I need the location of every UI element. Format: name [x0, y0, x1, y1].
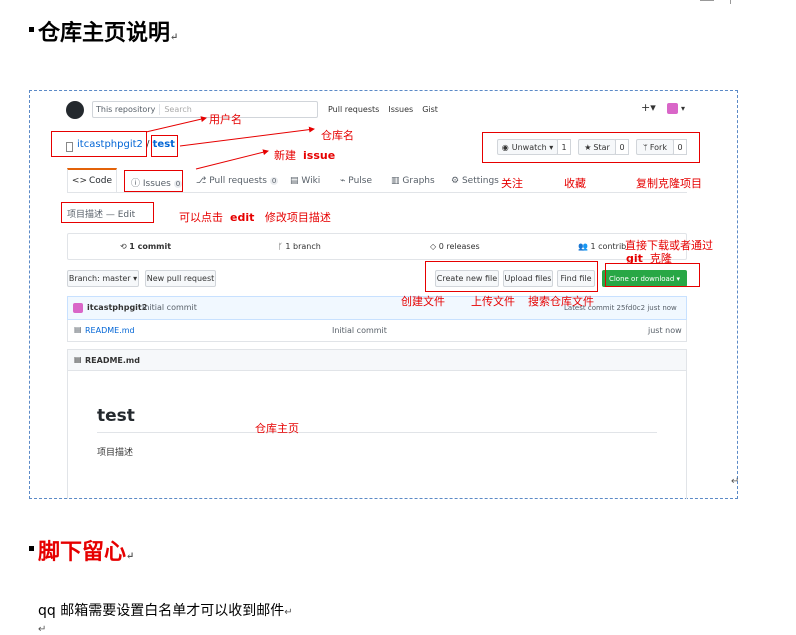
annotation-star: 收藏: [564, 177, 586, 190]
file-row: ▤ README.md Initial commit just now: [67, 320, 687, 342]
annotation-username: 用户名: [209, 113, 242, 126]
annotation-create: 创建文件: [401, 295, 445, 308]
summary-bar: ⟲ 1 commit ᚴ 1 branch ◇ 0 releases 👥 1 c…: [67, 233, 687, 260]
file-icon: ▤: [74, 325, 82, 334]
summary-branches[interactable]: ᚴ 1 branch: [278, 242, 321, 251]
annotation-search: 搜索仓库文件: [528, 295, 594, 308]
annotation-new-issue: 新建 issue: [274, 149, 336, 162]
pulls-count: 0: [269, 177, 279, 185]
gear-icon: ⚙: [451, 176, 460, 186]
graph-icon: ▥: [391, 176, 400, 186]
annotation-upload: 上传文件: [471, 295, 515, 308]
tab-divider: [67, 192, 687, 193]
body-text: qq 邮箱需要设置白名单才可以收到邮件↵: [38, 603, 293, 619]
search-scope: This repository: [96, 105, 156, 114]
annotation-home: 仓库主页: [255, 422, 299, 435]
commit-author[interactable]: itcastphpgit2: [87, 303, 147, 312]
readme-title-rule: [97, 432, 657, 433]
page-corner-mark: [730, 0, 731, 4]
people-icon: 👥: [578, 242, 588, 251]
summary-contributors[interactable]: 👥 1 contrib: [578, 242, 626, 251]
author-avatar: [73, 303, 83, 313]
nav-issues[interactable]: Issues: [388, 105, 413, 114]
section-heading: 仓库主页说明↵: [38, 20, 179, 46]
tab-wiki[interactable]: ▤ Wiki: [290, 176, 320, 186]
plus-menu[interactable]: +▾: [641, 101, 656, 114]
commit-tease: itcastphpgit2 Initial commit Latest comm…: [67, 296, 687, 320]
nav-pull-requests[interactable]: Pull requests: [328, 105, 379, 114]
file-commit-message[interactable]: Initial commit: [332, 326, 387, 335]
summary-releases[interactable]: ◇ 0 releases: [430, 242, 480, 251]
highlight-social: [482, 132, 700, 163]
tab-graphs[interactable]: ▥ Graphs: [391, 176, 435, 186]
repo-screenshot: This repository Search Pull requests Iss…: [29, 90, 738, 499]
branch-selector[interactable]: Branch: master ▾: [67, 270, 139, 287]
paragraph-mark: ↵: [170, 32, 179, 43]
tab-pulse[interactable]: ⌁ Pulse: [340, 176, 372, 186]
annotation-edit: 可以点击 edit 修改项目描述: [179, 211, 331, 224]
annotation-clone-line2: git 克隆: [626, 252, 672, 265]
paragraph-mark: ↵: [38, 624, 47, 635]
warning-heading: 脚下留心↵: [38, 539, 135, 565]
commit-icon: ⟲: [120, 242, 127, 251]
readme-filename: README.md: [85, 356, 140, 365]
heading-bullet: [29, 546, 34, 551]
file-age: just now: [648, 326, 682, 335]
github-logo-icon: [66, 101, 84, 119]
highlight-owner: [51, 131, 147, 157]
paragraph-mark: ↵: [284, 607, 293, 618]
readme-description: 项目描述: [97, 448, 134, 458]
top-nav: Pull requests Issues Gist: [328, 105, 438, 114]
search-box[interactable]: This repository Search: [92, 101, 318, 118]
highlight-repo: [151, 135, 178, 157]
tag-icon: ◇: [430, 242, 437, 251]
branch-icon: ᚴ: [278, 242, 283, 251]
highlight-issues: [124, 170, 183, 192]
highlight-clone: [605, 263, 700, 287]
heading-bullet: [29, 27, 34, 32]
avatar[interactable]: [667, 103, 678, 114]
arrow-username: [145, 116, 207, 133]
highlight-file-actions: [425, 261, 598, 292]
pull-request-icon: ⎇: [196, 176, 207, 186]
pulse-icon: ⌁: [340, 176, 346, 186]
summary-commits[interactable]: ⟲ 1 commit: [120, 242, 171, 251]
book-icon: ▤: [74, 355, 82, 364]
file-link[interactable]: README.md: [85, 326, 135, 335]
highlight-description: [61, 202, 154, 223]
annotation-reponame: 仓库名: [321, 129, 354, 142]
commit-message[interactable]: Initial commit: [142, 303, 197, 312]
readme-header: ▤ README.md: [68, 350, 686, 371]
readme-title: test: [97, 406, 135, 426]
nav-gist[interactable]: Gist: [422, 105, 438, 114]
avatar-caret[interactable]: ▾: [681, 104, 685, 113]
wiki-icon: ▤: [290, 176, 299, 186]
code-icon: <>: [71, 176, 88, 186]
tab-code[interactable]: <> Code: [67, 168, 117, 192]
annotation-watch: 关注: [501, 177, 523, 190]
search-input[interactable]: Search: [164, 105, 191, 114]
new-pull-request-button[interactable]: New pull request: [145, 270, 216, 287]
arrow-new-issue: [195, 149, 269, 170]
annotation-fork: 复制克隆项目: [636, 177, 702, 190]
paragraph-mark: ↵: [731, 476, 740, 487]
arrow-reponame: [179, 126, 315, 147]
tab-settings[interactable]: ⚙ Settings: [451, 176, 499, 186]
tab-pull-requests[interactable]: ⎇ Pull requests 0: [196, 176, 279, 186]
page-corner-mark: [700, 0, 714, 1]
paragraph-mark: ↵: [126, 551, 135, 562]
readme-panel: ▤ README.md test 项目描述: [67, 349, 687, 499]
